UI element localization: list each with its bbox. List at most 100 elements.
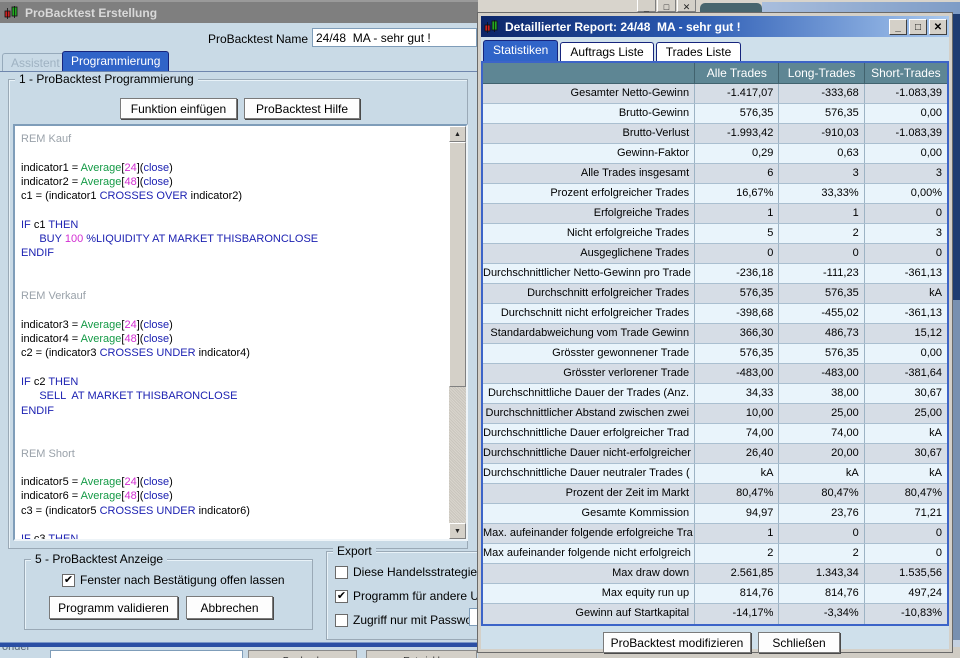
row-value: 1.535,56 (865, 564, 947, 583)
code-scrollbar[interactable]: ▲ ▼ (449, 126, 466, 539)
row-value: 0 (695, 244, 779, 263)
code-line (21, 361, 449, 375)
keep-open-checkbox[interactable]: ✔ (62, 574, 75, 587)
column-header: Alle Trades (695, 63, 779, 83)
probacktest-window: ProBacktest Erstellung ProBacktest Name … (0, 0, 478, 647)
row-value: 30,67 (865, 444, 947, 463)
tab-programmierung[interactable]: Programmierung (62, 51, 169, 72)
minimize-button[interactable]: _ (889, 19, 907, 35)
table-row: Standardabweichung vom Trade Gewinn366,3… (483, 324, 947, 344)
tab-assistent[interactable]: Assistent (2, 53, 69, 72)
report-tab-trades-liste[interactable]: Trades Liste (656, 42, 742, 61)
code-line: SELL AT MARKET THISBARONCLOSE (21, 389, 449, 403)
window-title: ProBacktest Erstellung (25, 6, 157, 20)
row-value: 0,00 (865, 344, 947, 363)
validate-button[interactable]: Programm validieren (49, 596, 178, 619)
row-value: -381,64 (865, 364, 947, 383)
row-value: 0,00 (865, 144, 947, 163)
row-value: -1.083,39 (865, 84, 947, 103)
table-row: Brutto-Verlust-1.993,42-910,03-1.083,39 (483, 124, 947, 144)
row-value: -1.993,42 (695, 124, 779, 143)
row-value: 576,35 (695, 344, 779, 363)
keep-open-checkbox-row[interactable]: ✔ Fenster nach Bestätigung offen lassen (62, 573, 285, 587)
code-line: indicator6 = Average[48](close) (21, 489, 449, 503)
row-value: 25,00 (779, 404, 864, 423)
row-label: Max equity run up (483, 584, 695, 603)
column-header (483, 63, 695, 83)
close-button[interactable]: ✕ (929, 19, 947, 35)
scroll-up-icon[interactable]: ▲ (449, 126, 466, 142)
close-report-button[interactable]: Schließen (758, 632, 840, 653)
row-value: -3,34% (779, 604, 864, 624)
row-value: 814,76 (695, 584, 779, 603)
row-value: 25,00 (865, 404, 947, 423)
code-editor[interactable]: REM Kaufindicator1 = Average[24](close)i… (13, 124, 468, 541)
row-value: 814,76 (779, 584, 864, 603)
row-label: Durchschnitt erfolgreicher Trades (483, 284, 695, 303)
row-label: Alle Trades insgesamt (483, 164, 695, 183)
modify-probacktest-button[interactable]: ProBacktest modifizieren (603, 632, 751, 653)
stats-table-body: Gesamter Netto-Gewinn-1.417,07-333,68-1.… (483, 84, 947, 624)
code-line (21, 432, 449, 446)
export-option-row[interactable]: Zugriff nur mit Passwort: (335, 613, 478, 627)
background-window-strip: _ □ ✕ (478, 0, 960, 14)
background-input-fragment[interactable] (50, 650, 243, 658)
background-button-1[interactable]: Beobach (248, 650, 357, 658)
row-value: 38,00 (779, 384, 864, 403)
row-label: Standardabweichung vom Trade Gewinn (483, 324, 695, 343)
row-value: 80,47% (865, 484, 947, 503)
probacktest-titlebar[interactable]: ProBacktest Erstellung (0, 2, 478, 23)
probacktest-name-input[interactable] (312, 28, 477, 47)
row-value: 1 (695, 524, 779, 543)
table-row: Gesamte Kommission94,9723,7671,21 (483, 504, 947, 524)
scrollbar-thumb[interactable] (449, 142, 466, 387)
export-checkbox[interactable] (335, 566, 348, 579)
background-maximize-button[interactable]: □ (657, 0, 676, 12)
code-line (21, 461, 449, 475)
row-value: 5 (695, 224, 779, 243)
row-value: 80,47% (779, 484, 864, 503)
row-value: 576,35 (779, 344, 864, 363)
export-option-row[interactable]: Diese Handelsstrategie in d (335, 565, 478, 579)
row-value: 0,63 (779, 144, 864, 163)
code-line (21, 418, 449, 432)
table-row: Ausgeglichene Trades000 (483, 244, 947, 264)
row-value: -483,00 (695, 364, 779, 383)
row-value: 1.343,34 (779, 564, 864, 583)
row-value: -455,02 (779, 304, 864, 323)
export-option-label: Diese Handelsstrategie in d (353, 565, 478, 579)
report-dialog: Detaillierter Report: 24/48 MA - sehr gu… (478, 13, 952, 652)
row-label: Max aufeinander folgende nicht erfolgrei… (483, 544, 695, 563)
code-editor-content[interactable]: REM Kaufindicator1 = Average[24](close)i… (15, 126, 449, 539)
row-value: 497,24 (865, 584, 947, 603)
table-row: Durchschnittliche Dauer der Trades (Anz.… (483, 384, 947, 404)
row-value: 71,21 (865, 504, 947, 523)
export-checkbox[interactable] (335, 614, 348, 627)
table-row: Erfolgreiche Trades110 (483, 204, 947, 224)
table-row: Max. aufeinander folgende erfolgreiche T… (483, 524, 947, 544)
row-value: 10,00 (695, 404, 779, 423)
row-value: 3 (865, 224, 947, 243)
table-row: Brutto-Gewinn576,35576,350,00 (483, 104, 947, 124)
export-checkbox[interactable]: ✔ (335, 590, 348, 603)
row-value: 16,67% (695, 184, 779, 203)
row-value: 0,00 (865, 104, 947, 123)
cancel-button[interactable]: Abbrechen (186, 596, 273, 619)
report-tab-auftrags-liste[interactable]: Auftrags Liste (560, 42, 653, 61)
row-value: 0,00% (865, 184, 947, 203)
password-input[interactable] (469, 608, 478, 626)
code-line: ENDIF (21, 404, 449, 418)
background-close-button[interactable]: ✕ (677, 0, 696, 12)
scroll-down-icon[interactable]: ▼ (449, 523, 466, 539)
report-tab-statistiken[interactable]: Statistiken (483, 40, 558, 61)
help-button[interactable]: ProBacktest Hilfe (244, 98, 360, 119)
background-button-2[interactable]: Entwickl (366, 650, 477, 658)
row-value: -333,68 (779, 84, 864, 103)
maximize-button[interactable]: □ (909, 19, 927, 35)
background-minimize-button[interactable]: _ (637, 0, 656, 12)
export-option-row[interactable]: ✔Programm für andere User (335, 589, 478, 603)
row-value: 576,35 (695, 284, 779, 303)
insert-function-button[interactable]: Funktion einfügen (120, 98, 237, 119)
table-row: Grösster verlorener Trade-483,00-483,00-… (483, 364, 947, 384)
report-titlebar[interactable]: Detaillierter Report: 24/48 MA - sehr gu… (481, 16, 949, 37)
